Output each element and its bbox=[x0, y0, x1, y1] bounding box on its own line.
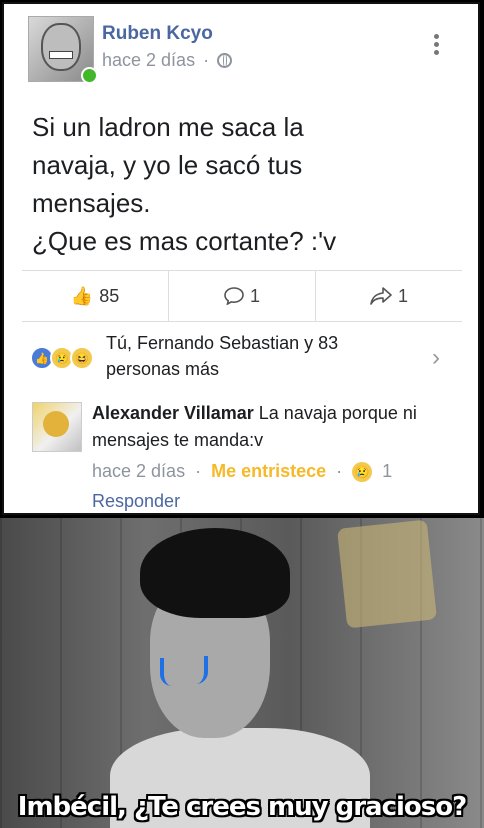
haha-reaction-icon: 😆 bbox=[70, 346, 94, 370]
comment-bubble-icon bbox=[224, 287, 244, 305]
reply-link[interactable]: Responder bbox=[92, 491, 180, 512]
meme-image: Imbécil, ¿Te crees muy gracioso? bbox=[0, 518, 484, 828]
share-count: 1 bbox=[397, 285, 408, 306]
comment-meta: hace 2 días · Me entristece · 😢 1 bbox=[92, 461, 392, 482]
left-tear-icon bbox=[160, 658, 174, 686]
comment-reaction-count: 1 bbox=[382, 461, 393, 481]
reactions-text: Tú, Fernando Sebastian y 83 personas más bbox=[106, 333, 339, 379]
share-arrow-icon bbox=[370, 287, 392, 305]
comment-button[interactable]: 1 bbox=[169, 271, 316, 321]
crying-man-illustration bbox=[110, 528, 370, 828]
reaction-icons: 👍 😢 😆 bbox=[30, 346, 94, 370]
post-meta: hace 2 días · bbox=[102, 50, 233, 71]
post-time[interactable]: hace 2 días bbox=[102, 50, 195, 71]
reactions-summary[interactable]: 👍 😢 😆 Tú, Fernando Sebastian y 83 person… bbox=[30, 330, 460, 390]
avatar-face bbox=[41, 23, 81, 71]
post-line: mensajes. bbox=[32, 188, 151, 218]
comment-count: 1 bbox=[249, 285, 260, 306]
share-button[interactable]: 1 bbox=[316, 271, 462, 321]
post-author-name[interactable]: Ruben Kcyo bbox=[102, 23, 213, 45]
post-line: Si un ladron me saca la bbox=[32, 112, 304, 142]
meme-caption: Imbécil, ¿Te crees muy gracioso? bbox=[17, 792, 467, 822]
commenter-avatar[interactable] bbox=[32, 402, 82, 452]
comment-author[interactable]: Alexander Villamar bbox=[92, 403, 254, 423]
meta-separator: · bbox=[195, 461, 202, 481]
comment-body: Alexander Villamar La navaja porque ni m… bbox=[92, 400, 462, 454]
post-actions-bar: 👍 85 1 1 bbox=[22, 270, 462, 322]
like-count: 85 bbox=[99, 285, 120, 306]
meta-separator: · bbox=[336, 461, 343, 481]
comment-time: hace 2 días bbox=[92, 461, 186, 481]
more-options-icon[interactable] bbox=[434, 34, 440, 58]
sad-reaction-link[interactable]: Me entristece bbox=[211, 461, 326, 482]
avatar-mouth bbox=[49, 51, 73, 59]
meta-separator: · bbox=[203, 50, 210, 70]
like-button[interactable]: 👍 85 bbox=[22, 271, 169, 321]
post-line: navaja, y yo le sacó tus bbox=[32, 150, 303, 180]
avatar-image bbox=[43, 411, 69, 437]
post-line: ¿Que es mas cortante? :'v bbox=[32, 226, 337, 256]
thumbs-up-icon: 👍 bbox=[70, 285, 94, 306]
sad-face-icon: 😢 bbox=[352, 461, 373, 482]
online-status-dot bbox=[81, 67, 98, 84]
globe-icon bbox=[217, 53, 233, 68]
post-text: Si un ladron me saca la navaja, y yo le … bbox=[32, 108, 462, 260]
chevron-right-icon: › bbox=[432, 344, 440, 371]
hair bbox=[140, 528, 290, 618]
facebook-post-card: Ruben Kcyo hace 2 días · Si un ladron me… bbox=[2, 2, 480, 515]
